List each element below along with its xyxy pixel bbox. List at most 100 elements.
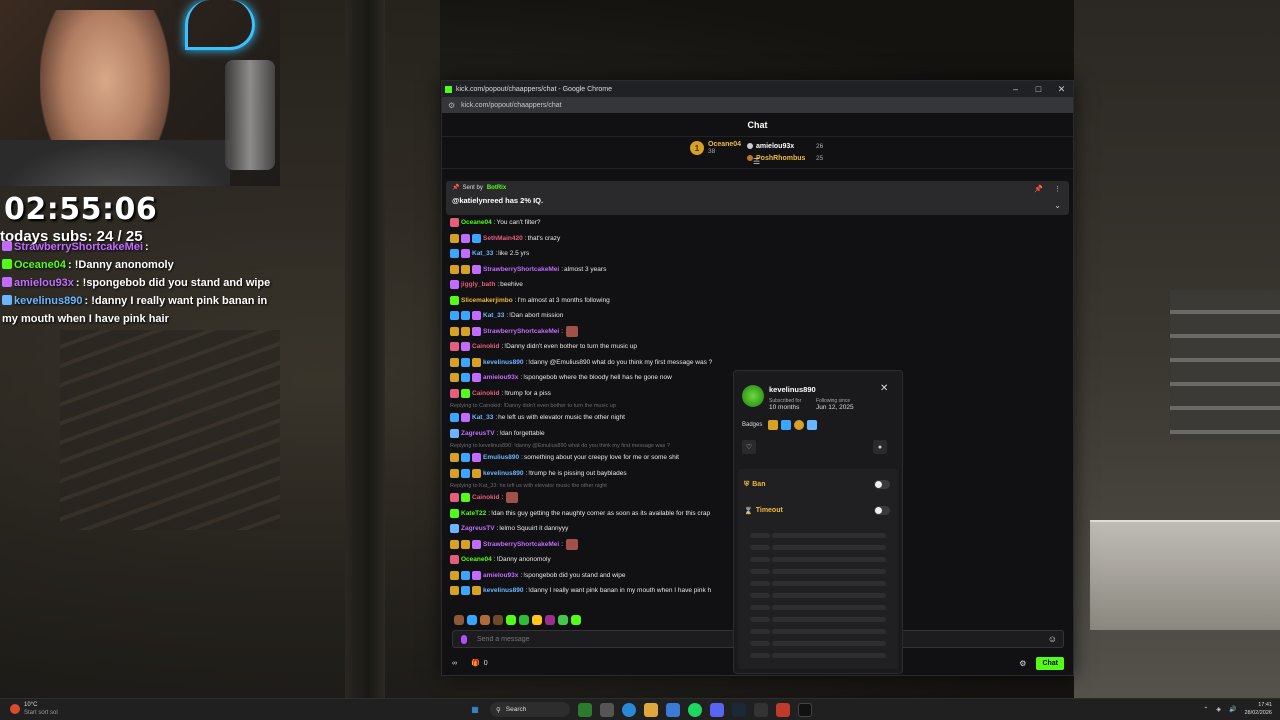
emote-icon[interactable]	[532, 615, 542, 625]
leaderboard-first[interactable]: 1 Oceane04 38	[690, 141, 741, 155]
timeout-toggle[interactable]	[874, 506, 890, 515]
chat-message[interactable]: Cainokid: !Danny didn't even bother to t…	[450, 339, 1070, 355]
file-explorer-icon[interactable]	[644, 702, 658, 717]
infinity-points-icon[interactable]: ∞	[452, 660, 457, 667]
emote-icon[interactable]	[571, 615, 581, 625]
terminal-icon[interactable]	[754, 702, 768, 717]
chat-username[interactable]: ZagreusTV	[461, 430, 495, 437]
spotify-icon[interactable]	[688, 702, 702, 717]
badge-icon	[450, 524, 459, 534]
unpin-icon[interactable]: 📌	[1034, 185, 1043, 193]
minimize-icon[interactable]: –	[1004, 84, 1027, 95]
ban-toggle[interactable]	[874, 480, 890, 489]
overlay-message: !spongebob did you stand and wipe	[82, 277, 271, 289]
chat-username[interactable]: KateT22	[461, 510, 486, 517]
chat-message[interactable]: Kat_33: !Dan abort mission	[450, 308, 1070, 324]
chat-text: I'm almost at 3 months following	[517, 296, 610, 304]
site-settings-icon[interactable]: ⚙	[448, 101, 455, 110]
chat-username[interactable]: Oceane04	[461, 219, 492, 226]
clock[interactable]: 17:41 28/02/2026	[1244, 701, 1272, 717]
chat-username[interactable]: Cainokid	[472, 343, 499, 350]
chat-username[interactable]: jiggly_bath	[461, 281, 495, 288]
weather-widget[interactable]: 10°C Start sort sol	[10, 701, 58, 717]
chat-username[interactable]: StrawberryShortcakeMei	[483, 541, 559, 548]
chevron-down-icon[interactable]: ⌄	[1054, 201, 1061, 210]
pinned-message[interactable]: 📌 Sent by BotRix @katielynreed has 2% IQ…	[446, 181, 1069, 215]
expand-leaderboard-icon[interactable]: ☰	[753, 157, 760, 166]
chat-username[interactable]: StrawberryShortcakeMei	[483, 328, 559, 335]
emote-icon[interactable]	[545, 615, 555, 625]
obs-icon[interactable]	[798, 702, 812, 717]
chat-message[interactable]: SethMain420: that's crazy	[450, 231, 1070, 247]
chat-username[interactable]: Kat_33	[472, 414, 493, 421]
chat-username[interactable]: Oceane04	[461, 556, 492, 563]
chat-message[interactable]: StrawberryShortcakeMei: almost 3 years	[450, 262, 1070, 278]
skeleton-bar	[772, 581, 886, 586]
chat-message[interactable]: StrawberryShortcakeMei:	[450, 324, 1070, 340]
badge-icon	[472, 539, 481, 549]
emote-icon[interactable]	[454, 615, 464, 625]
badge-icon	[472, 586, 481, 596]
chat-username[interactable]: StrawberryShortcakeMei	[483, 266, 559, 273]
close-icon[interactable]: ✕	[1050, 84, 1073, 95]
volume-icon[interactable]: 🔊	[1229, 706, 1236, 713]
chat-message[interactable]: Slicemakerjimbo: I'm almost at 3 months …	[450, 293, 1070, 309]
chat-username[interactable]: SethMain420	[483, 235, 523, 242]
emote-icon[interactable]	[467, 615, 477, 625]
windows-start-icon[interactable]: ▦	[468, 703, 482, 717]
chat-username[interactable]: kevelinus890	[483, 470, 523, 477]
leaderboard-row[interactable]: amielou93x 26	[747, 140, 823, 152]
leaderboard-count: 25	[816, 154, 824, 162]
badge-icon	[450, 249, 459, 259]
chat-username[interactable]: Slicemakerjimbo	[461, 297, 513, 304]
tray-chevron-icon[interactable]: ⌃	[1203, 706, 1208, 713]
chat-username[interactable]: kevelinus890	[483, 587, 523, 594]
gear-icon[interactable]: ⚙	[1019, 659, 1026, 668]
gift-icon[interactable]: 🎁	[471, 659, 480, 667]
following-value: Jun 12, 2025	[816, 404, 854, 411]
chat-username[interactable]: Kat_33	[483, 312, 504, 319]
heart-icon[interactable]: ♡	[742, 440, 756, 454]
chat-username[interactable]: ZagreusTV	[461, 525, 495, 532]
discord-icon[interactable]	[710, 702, 724, 717]
more-options-icon[interactable]: ⋮	[1054, 185, 1061, 193]
emote-icon[interactable]	[480, 615, 490, 625]
background-pillar	[345, 0, 385, 698]
app-icon[interactable]	[776, 702, 790, 717]
close-icon[interactable]: ✕	[880, 383, 888, 394]
emote-icon[interactable]	[506, 615, 516, 625]
chat-send-button[interactable]: Chat	[1036, 656, 1064, 670]
network-icon[interactable]: ◈	[1216, 706, 1221, 713]
chat-username[interactable]: Kat_33	[472, 250, 493, 257]
lock-icon[interactable]: ●	[873, 440, 887, 454]
steam-icon[interactable]	[732, 702, 746, 717]
emote-icon[interactable]	[558, 615, 568, 625]
emote-icon[interactable]	[519, 615, 529, 625]
mic-icon[interactable]	[461, 634, 467, 644]
edge-icon[interactable]	[666, 702, 680, 717]
chat-message[interactable]: Oceane04: You can't filter?	[450, 215, 1070, 231]
chat-username[interactable]: Cainokid	[472, 390, 499, 397]
chrome-icon[interactable]	[622, 702, 636, 717]
chat-username[interactable]: kevelinus890	[483, 359, 523, 366]
chat-username[interactable]: amielou93x	[483, 572, 518, 579]
taskbar-search[interactable]: ⚲ Search	[490, 702, 570, 717]
overlay-chat-line: kevelinus890: !danny I really want pink …	[2, 295, 268, 325]
ban-row[interactable]: ⛨ Ban	[744, 480, 890, 489]
chat-username[interactable]: Emulius890	[483, 454, 519, 461]
maximize-icon[interactable]: □	[1027, 84, 1050, 95]
widgets-icon[interactable]	[578, 702, 592, 717]
badge-icon	[450, 453, 459, 463]
address-bar[interactable]: ⚙ kick.com/popout/chaappers/chat	[442, 97, 1073, 113]
chat-message[interactable]: kevelinus890: !danny @Emulius890 what do…	[450, 355, 1070, 371]
task-view-icon[interactable]	[600, 702, 614, 717]
chat-message[interactable]: jiggly_bath: beehive	[450, 277, 1070, 293]
emoji-icon[interactable]: ☺	[1048, 634, 1057, 644]
emote-icon[interactable]	[493, 615, 503, 625]
system-tray: ⌃ ◈ 🔊 17:41 28/02/2026	[1203, 701, 1272, 717]
chat-username[interactable]: Cainokid	[472, 494, 499, 501]
chat-message[interactable]: Kat_33: like 2.5 yrs	[450, 246, 1070, 262]
badge-icon	[461, 388, 470, 398]
chat-username[interactable]: amielou93x	[483, 374, 518, 381]
timeout-row[interactable]: ⌛ Timeout	[744, 506, 890, 515]
